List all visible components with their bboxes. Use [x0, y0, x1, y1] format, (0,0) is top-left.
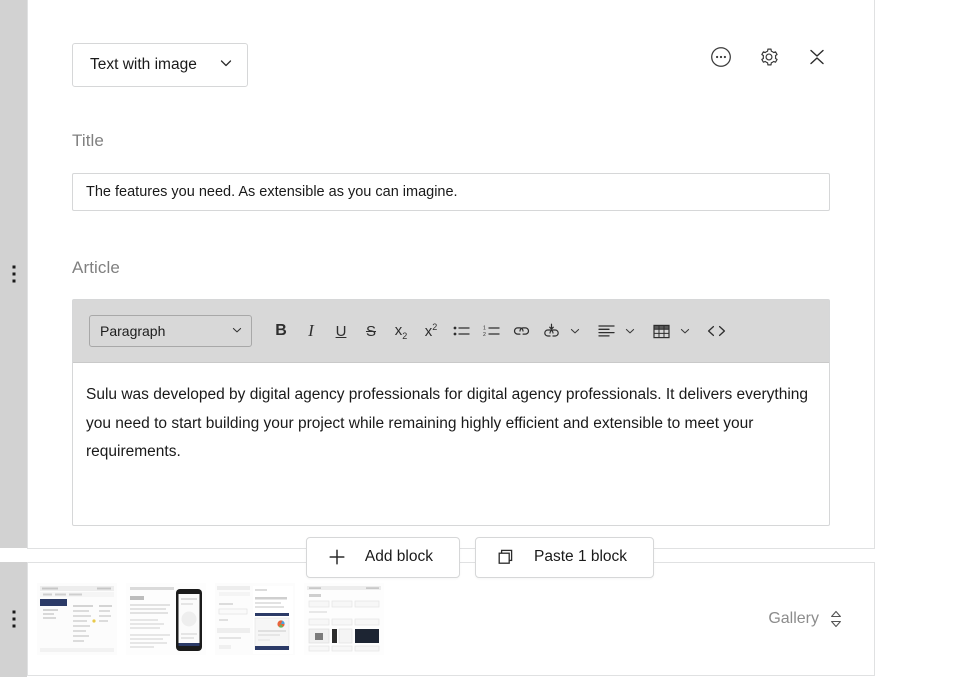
editor-paragraph: Sulu was developed by digital agency pro…	[86, 381, 816, 467]
code-icon[interactable]	[701, 315, 731, 347]
paste-block-button[interactable]: Paste 1 block	[475, 537, 654, 578]
thumbnail-form-dialog[interactable]	[215, 583, 295, 655]
subscript-icon[interactable]: x2	[386, 315, 416, 347]
block-type-row: Text with image	[72, 43, 248, 87]
numbered-list-icon[interactable]: 1 2	[476, 315, 506, 347]
paragraph-format-value: Paragraph	[100, 323, 165, 339]
gallery-block-label: Gallery	[768, 610, 819, 628]
gallery-inner: Gallery	[28, 563, 874, 675]
content-block-text-with-image: Text with image	[27, 0, 875, 549]
block-actions	[708, 43, 830, 71]
title-field-label: Title	[72, 131, 104, 151]
title-input[interactable]: The features you need. As extensible as …	[72, 173, 830, 211]
bold-icon[interactable]: B	[266, 315, 296, 347]
sort-updown-icon[interactable]	[828, 608, 844, 630]
block-drag-handle-main[interactable]	[0, 0, 27, 548]
editor-canvas: Text with image	[0, 0, 960, 677]
unlink-icon[interactable]	[536, 315, 566, 347]
plus-icon	[327, 547, 347, 567]
italic-icon[interactable]: I	[296, 315, 326, 347]
thumbnail-article-mobile[interactable]	[126, 583, 206, 655]
thumbnail-admin-list[interactable]	[37, 583, 117, 655]
underline-icon[interactable]: U	[326, 315, 356, 347]
rich-text-editor: Paragraph B I U S x2 x2	[72, 299, 830, 526]
paragraph-format-select[interactable]: Paragraph	[89, 315, 252, 347]
align-dropdown-chevron-icon[interactable]	[621, 315, 638, 347]
paste-block-label: Paste 1 block	[534, 548, 627, 566]
svg-text:1: 1	[483, 326, 486, 332]
chevron-down-icon	[219, 56, 233, 75]
table-icon[interactable]	[646, 315, 676, 347]
editor-toolbar: Paragraph B I U S x2 x2	[73, 300, 829, 363]
paste-copy-icon	[496, 547, 516, 567]
link-icon[interactable]	[506, 315, 536, 347]
gallery-block-meta: Gallery	[768, 608, 844, 630]
drag-handle-dots-icon	[12, 266, 15, 283]
drag-handle-dots-icon	[12, 611, 15, 628]
block-drag-handle-gallery[interactable]	[0, 562, 27, 677]
unlink-dropdown-chevron-icon[interactable]	[566, 315, 583, 347]
content-block-gallery: Gallery	[27, 562, 875, 676]
block-type-select[interactable]: Text with image	[72, 43, 248, 87]
editor-content-area[interactable]: Sulu was developed by digital agency pro…	[73, 363, 829, 525]
table-dropdown-chevron-icon[interactable]	[676, 315, 693, 347]
article-field-label: Article	[72, 258, 120, 278]
add-block-button[interactable]: Add block	[306, 537, 460, 578]
gear-icon[interactable]	[756, 44, 782, 70]
add-block-label: Add block	[365, 548, 433, 566]
block-type-label: Text with image	[90, 56, 197, 74]
strikethrough-icon[interactable]: S	[356, 315, 386, 347]
svg-text:2: 2	[483, 332, 486, 338]
align-left-icon[interactable]	[591, 315, 621, 347]
block-action-bar: Add block Paste 1 block	[0, 536, 960, 578]
collapse-chevrons-icon[interactable]	[804, 44, 830, 70]
chevron-down-icon	[231, 323, 243, 339]
superscript-icon[interactable]: x2	[416, 315, 446, 347]
thumbnail-media-grid[interactable]	[304, 583, 384, 655]
more-options-circle-icon[interactable]	[708, 44, 734, 70]
gallery-thumbnails	[37, 583, 384, 655]
bullet-list-icon[interactable]	[446, 315, 476, 347]
